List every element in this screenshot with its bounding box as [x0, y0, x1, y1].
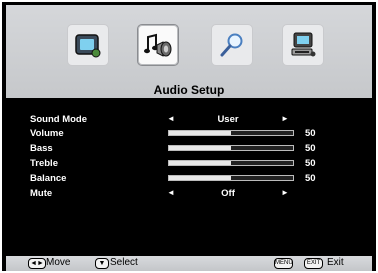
menu-row-treble[interactable]: Treble 50 [6, 157, 372, 171]
slider-fill [169, 131, 231, 135]
picture-icon [75, 34, 101, 58]
magnifier-icon [220, 33, 243, 57]
page-title: Audio Setup [153, 83, 225, 97]
music-note-speaker-icon [144, 33, 172, 57]
menu-label: Sound Mode [30, 114, 87, 125]
menu-row-sound-mode[interactable]: Sound Mode ◄ User ► [6, 113, 372, 127]
exit-key-icon: EXIT [304, 258, 323, 269]
menu-label: Balance [30, 173, 67, 184]
slider-fill [169, 176, 231, 180]
slider-fill [169, 146, 231, 150]
left-arrow-icon[interactable]: ◄ [167, 114, 175, 123]
tab-picture[interactable] [67, 24, 109, 66]
move-label: Move [46, 257, 71, 268]
option-value: User [217, 114, 239, 125]
menu-row-bass[interactable]: Bass 50 [6, 142, 372, 156]
menu-label: Mute [30, 188, 53, 199]
select-label: Select [110, 257, 138, 268]
slider-value: 50 [305, 128, 316, 139]
top-tab-panel: Audio Setup [6, 5, 372, 98]
right-arrow-icon[interactable]: ► [281, 114, 289, 123]
left-arrow-icon[interactable]: ◄ [167, 188, 175, 197]
option-value: Off [221, 188, 235, 199]
tab-audio[interactable] [137, 24, 179, 66]
slider-value: 50 [305, 158, 316, 169]
menu-row-mute[interactable]: Mute ◄ Off ► [6, 187, 372, 201]
treble-slider[interactable] [168, 160, 294, 166]
exit-label: Exit [327, 257, 344, 268]
menu-row-volume[interactable]: Volume 50 [6, 127, 372, 141]
menu-label: Volume [30, 128, 64, 139]
volume-slider[interactable] [168, 130, 294, 136]
right-arrow-icon[interactable]: ► [281, 188, 289, 197]
tab-search[interactable] [211, 24, 253, 66]
bass-slider[interactable] [168, 145, 294, 151]
footer-hint-bar: ◄► Move ▼ Select MENU EXIT Exit [6, 256, 372, 271]
menu-label: Treble [30, 158, 58, 169]
menu-key-icon: MENU [274, 258, 293, 269]
menu-list: Sound Mode ◄ User ► Volume 50 Bass 50 Tr… [6, 98, 372, 256]
menu-row-balance[interactable]: Balance 50 [6, 172, 372, 186]
move-key-icon: ◄► [28, 258, 46, 269]
slider-value: 50 [305, 143, 316, 154]
slider-fill [169, 161, 231, 165]
select-key-icon: ▼ [95, 258, 109, 269]
tab-setup[interactable] [282, 24, 324, 66]
balance-slider[interactable] [168, 175, 294, 181]
slider-value: 50 [305, 173, 316, 184]
menu-label: Bass [30, 143, 53, 154]
computer-setup-icon [291, 32, 316, 57]
